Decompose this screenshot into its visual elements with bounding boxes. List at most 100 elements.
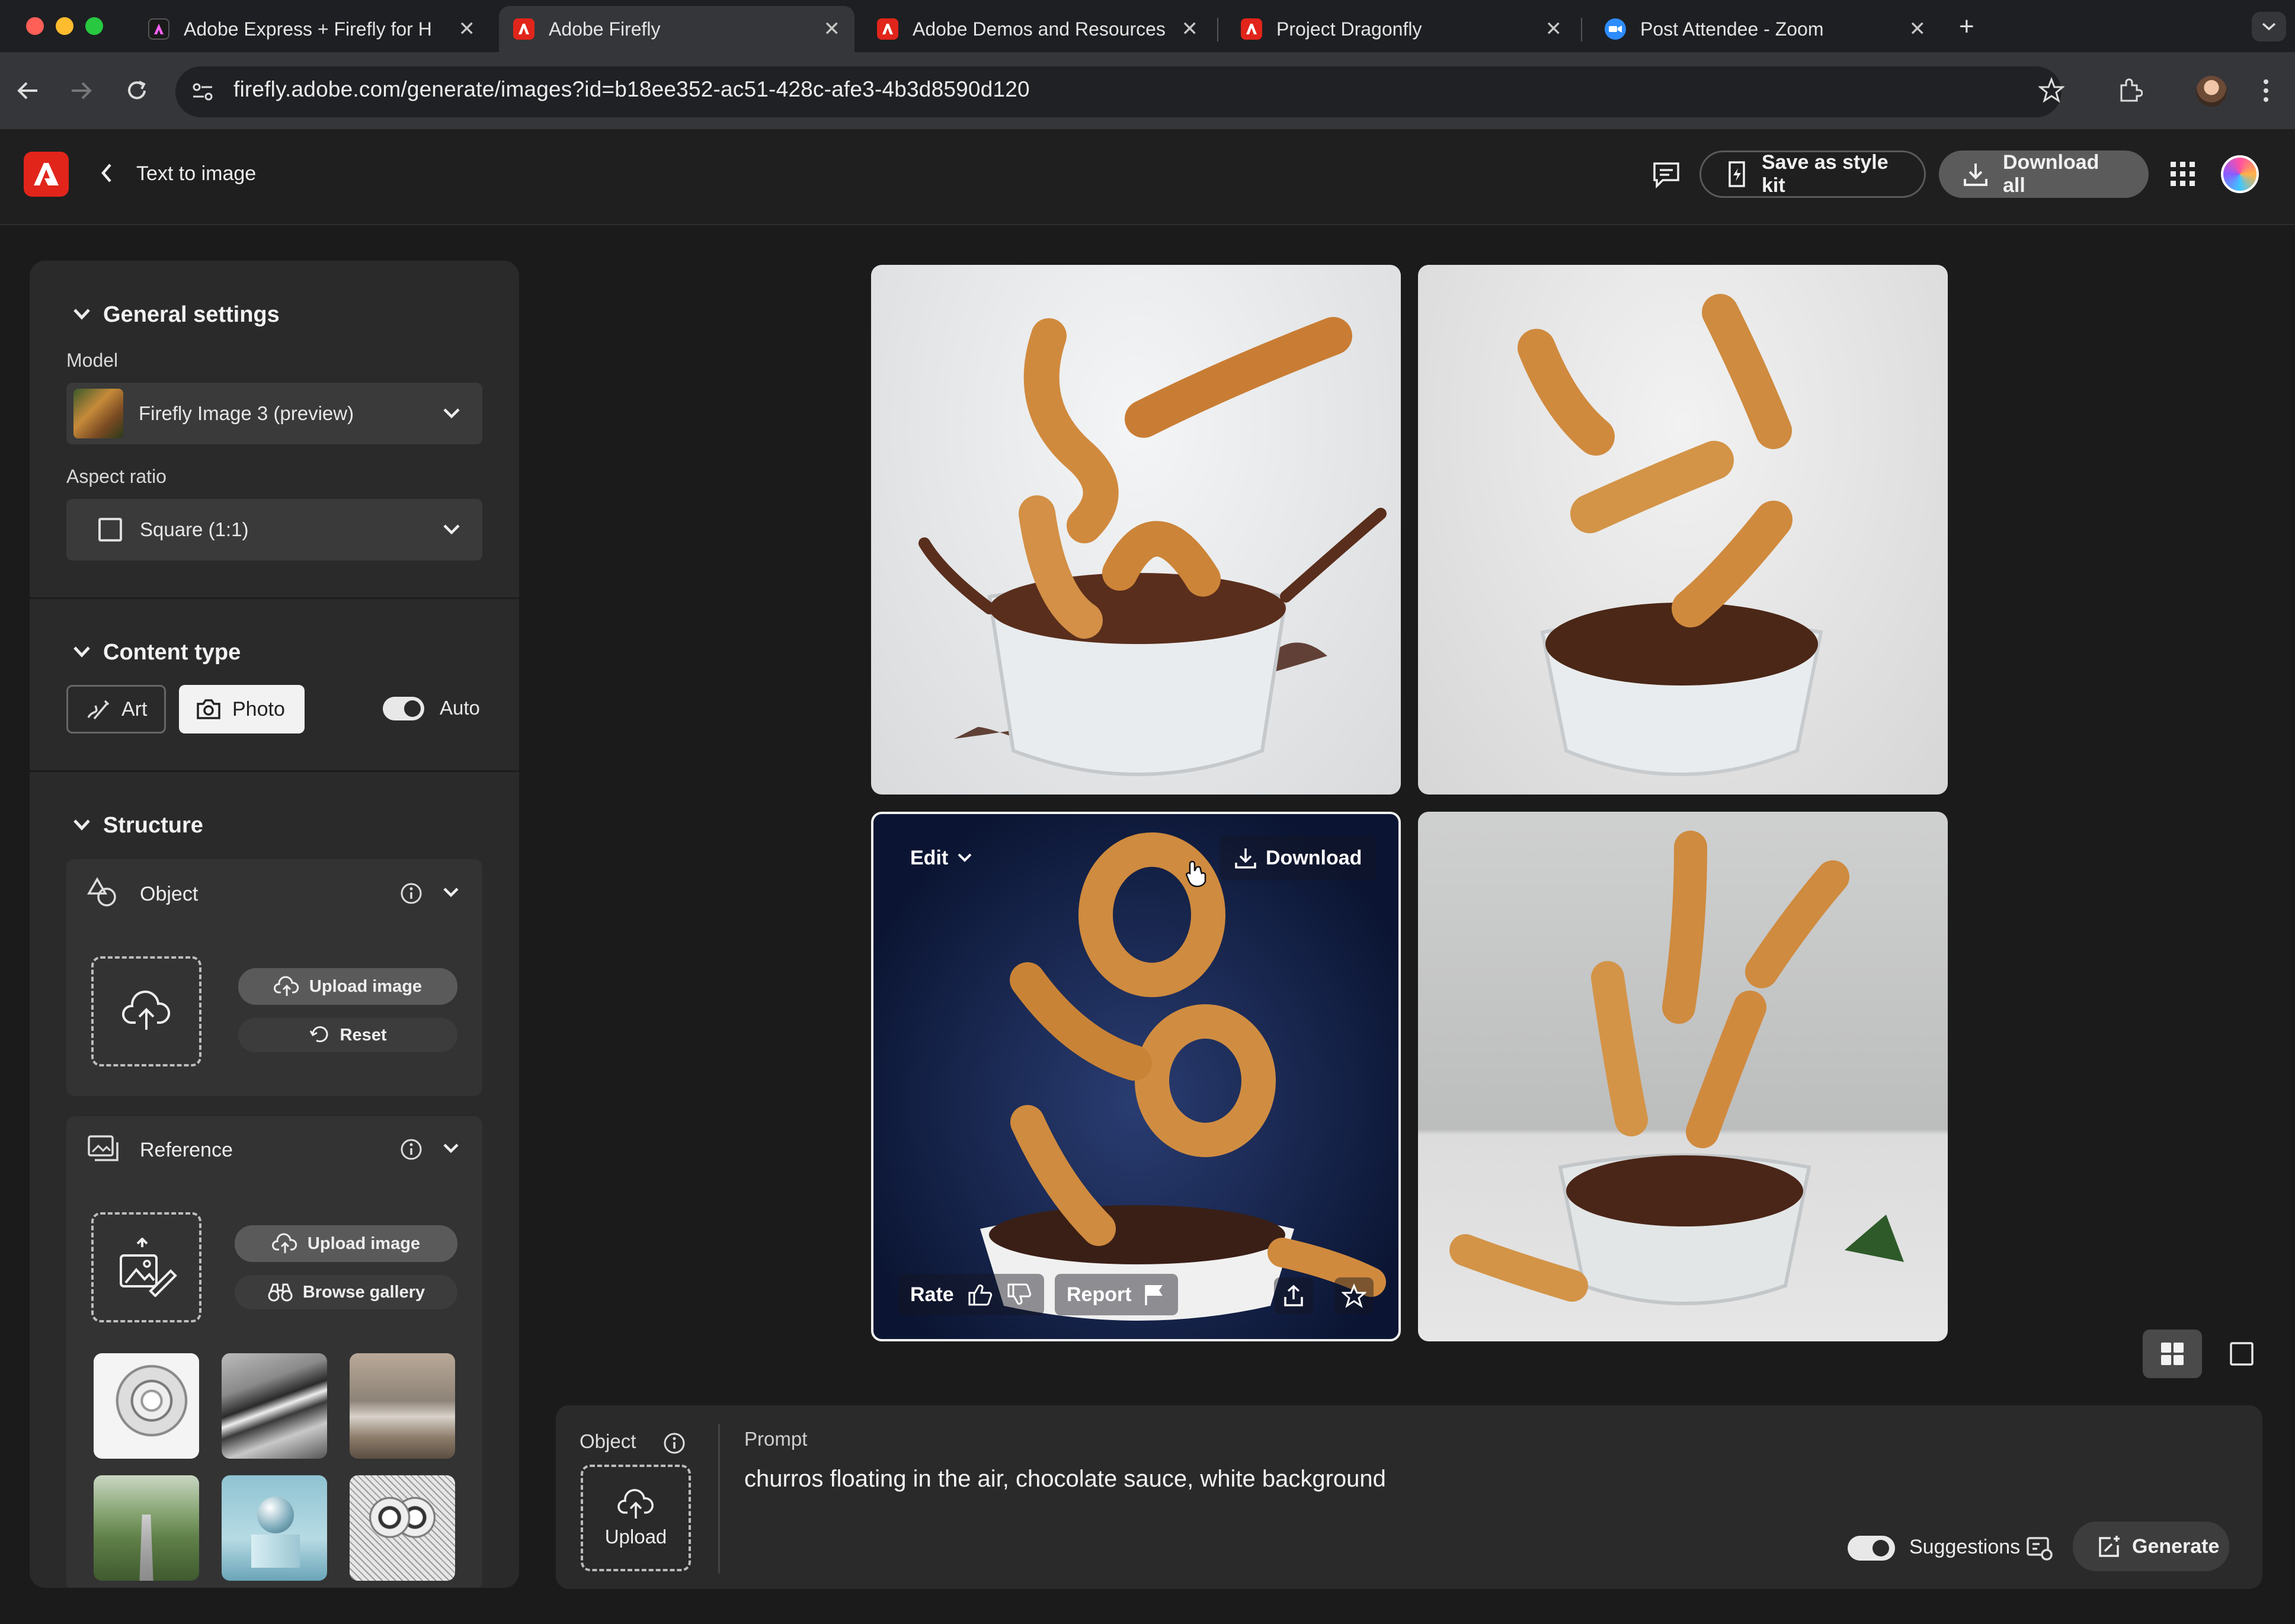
user-avatar[interactable] — [2221, 155, 2259, 193]
browser-tab-3[interactable]: Adobe Demos and Resources ✕ — [863, 6, 1212, 52]
zoom-window-button[interactable] — [85, 17, 103, 35]
reference-thumbnail-sketch-bird[interactable] — [94, 1353, 199, 1459]
content-type-chevron-icon[interactable] — [72, 645, 91, 659]
suggestions-settings-icon[interactable] — [2025, 1535, 2054, 1563]
chevron-down-icon[interactable] — [442, 1142, 460, 1155]
upload-cloud-icon — [271, 1233, 298, 1254]
flag-icon — [1142, 1283, 1166, 1306]
site-settings-icon[interactable] — [191, 80, 215, 104]
page-title[interactable]: Text to image — [136, 162, 256, 185]
reference-upload-image-button[interactable]: Upload image — [235, 1225, 457, 1262]
download-all-button[interactable]: Download all — [1939, 150, 2149, 198]
report-button[interactable]: Report — [1055, 1274, 1178, 1315]
reference-drop-zone[interactable] — [91, 1212, 201, 1322]
object-drop-zone[interactable] — [91, 956, 201, 1066]
auto-toggle[interactable] — [383, 697, 424, 720]
info-icon[interactable] — [399, 882, 423, 905]
object-reset-button[interactable]: Reset — [238, 1018, 457, 1052]
browser-tab-5[interactable]: Post Attendee - Zoom ✕ — [1590, 6, 1940, 52]
close-tab-icon[interactable]: ✕ — [1545, 17, 1563, 41]
reload-icon[interactable] — [122, 76, 152, 105]
general-settings-title[interactable]: General settings — [103, 302, 280, 328]
share-icon[interactable] — [1274, 1277, 1313, 1314]
browser-tab-4[interactable]: Project Dragonfly ✕ — [1227, 6, 1576, 52]
new-tab-icon[interactable]: + — [1959, 12, 1974, 41]
thumbs-down-icon[interactable] — [1006, 1282, 1032, 1307]
settings-panel: General settings Model Firefly Image 3 (… — [30, 261, 519, 1588]
aspect-ratio-label: Aspect ratio — [66, 466, 167, 487]
reference-thumbnail-sphere[interactable] — [222, 1475, 327, 1581]
edit-menu-button[interactable]: Edit — [895, 834, 988, 882]
reference-thumbnail-landscape[interactable] — [222, 1353, 327, 1459]
download-icon — [1963, 161, 1989, 187]
report-label: Report — [1067, 1283, 1132, 1306]
generate-button[interactable]: Generate — [2073, 1522, 2229, 1571]
generated-image-3[interactable] — [871, 812, 1401, 1341]
thumbs-up-icon[interactable] — [967, 1282, 993, 1307]
close-tab-icon[interactable]: ✕ — [1182, 17, 1199, 41]
adobe-logo-icon[interactable] — [24, 152, 69, 197]
reset-label: Reset — [340, 1025, 387, 1045]
url-text[interactable]: firefly.adobe.com/generate/images?id=b18… — [233, 77, 1030, 102]
prompt-object-label: Object — [580, 1430, 636, 1452]
prompt-upload-drop-zone[interactable]: Upload — [581, 1465, 691, 1571]
generated-image-4[interactable] — [1418, 812, 1948, 1341]
favorite-star-icon[interactable] — [1334, 1277, 1374, 1314]
extensions-icon[interactable] — [2117, 77, 2143, 103]
download-image-button[interactable]: Download — [1219, 835, 1377, 880]
square-icon — [98, 518, 122, 542]
browse-gallery-button[interactable]: Browse gallery — [235, 1275, 457, 1309]
suggestions-toggle[interactable] — [1848, 1536, 1895, 1561]
browse-gallery-label: Browse gallery — [302, 1282, 425, 1302]
reference-thumbnail-road[interactable] — [94, 1475, 199, 1581]
chevron-down-icon — [442, 523, 461, 536]
reference-thumbnail-living-room[interactable] — [350, 1353, 455, 1459]
grid-view-button[interactable] — [2143, 1330, 2202, 1378]
chevron-down-icon[interactable] — [442, 886, 460, 899]
close-tab-icon[interactable]: ✕ — [1909, 17, 1926, 41]
model-dropdown[interactable]: Firefly Image 3 (preview) — [66, 383, 482, 444]
feedback-icon[interactable] — [1651, 160, 1682, 188]
info-icon[interactable] — [399, 1138, 423, 1161]
browser-tab-1[interactable]: Adobe Express + Firefly for H ✕ — [134, 6, 489, 52]
model-label: Model — [66, 350, 119, 371]
info-icon[interactable] — [662, 1431, 686, 1455]
rate-label: Rate — [910, 1283, 954, 1306]
back-chevron-icon[interactable] — [98, 161, 114, 185]
tab-separator — [1217, 18, 1218, 41]
general-settings-chevron-icon[interactable] — [72, 307, 91, 321]
reference-label: Reference — [140, 1139, 233, 1161]
art-button[interactable]: Art — [66, 685, 166, 733]
minimize-window-button[interactable] — [56, 17, 73, 35]
tab-search-button[interactable] — [2252, 12, 2286, 41]
generated-image-2[interactable] — [1418, 265, 1948, 795]
apps-grid-icon[interactable] — [2169, 160, 2197, 188]
download-icon — [1234, 846, 1257, 870]
grid-view-icon — [2161, 1343, 2184, 1365]
browser-menu-icon[interactable] — [2260, 77, 2272, 104]
browser-tab-2[interactable]: Adobe Firefly ✕ — [499, 6, 854, 52]
reference-thumbnail-sketch-owl[interactable] — [350, 1475, 455, 1581]
close-tab-icon[interactable]: ✕ — [824, 17, 841, 41]
structure-chevron-icon[interactable] — [72, 818, 91, 832]
style-kit-icon — [1725, 160, 1749, 188]
photo-button[interactable]: Photo — [179, 685, 305, 733]
single-view-button[interactable] — [2216, 1330, 2267, 1378]
generated-image-1[interactable] — [871, 265, 1401, 795]
reference-image-icon — [87, 1134, 120, 1164]
prompt-input[interactable]: churros floating in the air, chocolate s… — [744, 1466, 1386, 1492]
content-type-title[interactable]: Content type — [103, 640, 241, 665]
object-upload-image-button[interactable]: Upload image — [238, 968, 457, 1005]
aspect-ratio-dropdown[interactable]: Square (1:1) — [66, 499, 482, 560]
object-label: Object — [140, 883, 199, 905]
photo-label: Photo — [232, 697, 285, 720]
forward-arrow-icon[interactable] — [66, 76, 96, 105]
close-window-button[interactable] — [26, 17, 44, 35]
close-tab-icon[interactable]: ✕ — [459, 17, 476, 41]
save-as-style-kit-button[interactable]: Save as style kit — [1699, 150, 1926, 198]
structure-title[interactable]: Structure — [103, 813, 203, 838]
back-arrow-icon[interactable] — [13, 76, 43, 105]
profile-avatar[interactable] — [2196, 76, 2227, 107]
bookmark-star-icon[interactable] — [2038, 77, 2064, 103]
model-value: Firefly Image 3 (preview) — [139, 402, 354, 424]
